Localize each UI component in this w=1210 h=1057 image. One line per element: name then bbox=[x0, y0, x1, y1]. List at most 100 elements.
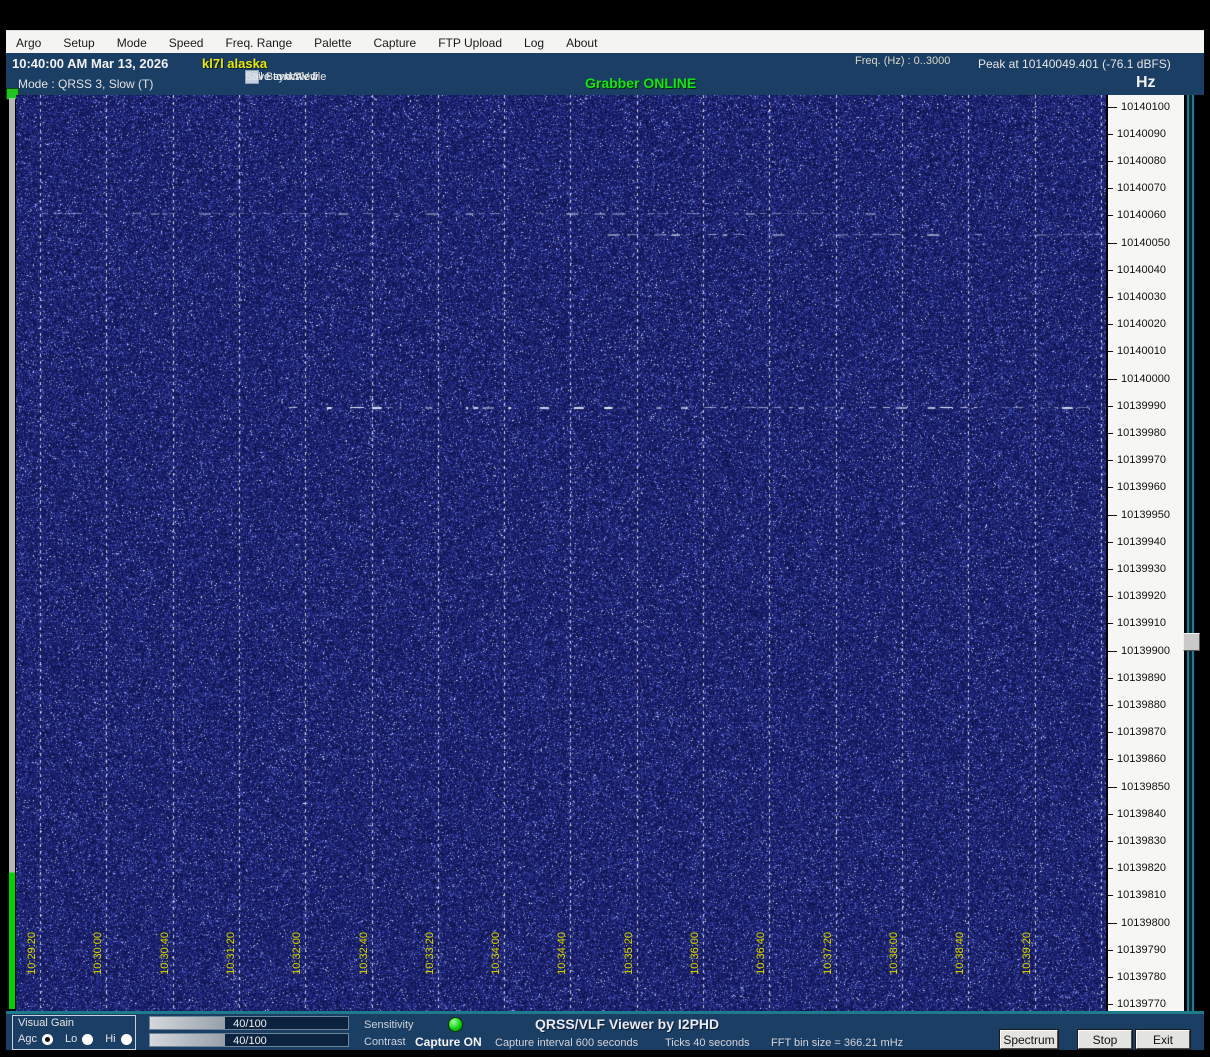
visual-gain-options: Agc Lo Hi bbox=[18, 1033, 132, 1045]
contrast-slider[interactable]: 40/100 bbox=[149, 1033, 349, 1047]
freq-scale-row: 10139920 bbox=[1108, 591, 1184, 603]
mode-label: Mode : QRSS 3, Slow (T) bbox=[18, 77, 154, 91]
freq-scale-row: 10139880 bbox=[1108, 699, 1184, 711]
radio-hi[interactable]: Hi bbox=[105, 1033, 132, 1045]
slider-fill bbox=[150, 1017, 226, 1029]
freq-scale-label: 10140050 bbox=[1121, 236, 1170, 249]
freq-scale-row: 10140020 bbox=[1108, 319, 1184, 331]
freq-scale-label: 10139950 bbox=[1121, 508, 1170, 521]
clock-date: 10:40:00 AM Mar 13, 2026 bbox=[12, 56, 169, 71]
menu-item-palette[interactable]: Palette bbox=[314, 36, 351, 50]
radio-label: Hi bbox=[105, 1033, 116, 1045]
freq-scale-row: 10139870 bbox=[1108, 727, 1184, 739]
time-tick-label: 10:36:40 bbox=[754, 932, 767, 975]
freq-tick-mark bbox=[1108, 460, 1113, 462]
freq-scale-label: 10139920 bbox=[1117, 590, 1166, 603]
freq-scale-label: 10139860 bbox=[1117, 753, 1166, 766]
freq-tick-mark bbox=[1108, 568, 1113, 570]
freq-scale-label: 10140100 bbox=[1121, 100, 1170, 113]
radio-icon[interactable] bbox=[120, 1033, 132, 1045]
freq-tick-mark bbox=[1108, 759, 1113, 761]
radio-lo[interactable]: Lo bbox=[64, 1033, 94, 1045]
freq-marker-track[interactable] bbox=[1186, 95, 1195, 1015]
freq-scale-label: 10139810 bbox=[1117, 889, 1166, 902]
time-tick-label: 10:30:40 bbox=[158, 932, 171, 975]
menu-item-setup[interactable]: Setup bbox=[63, 36, 94, 50]
radio-label: Lo bbox=[64, 1033, 78, 1045]
freq-tick-mark bbox=[1108, 786, 1117, 788]
freq-tick-mark bbox=[1108, 704, 1113, 706]
freq-tick-mark bbox=[1108, 732, 1113, 734]
freq-scale-row: 10140030 bbox=[1108, 291, 1184, 303]
freq-tick-mark bbox=[1108, 215, 1113, 217]
freq-scale-label: 10140080 bbox=[1117, 154, 1166, 167]
stop-button[interactable]: Stop bbox=[1078, 1030, 1132, 1049]
freq-scale-row: 10140100 bbox=[1108, 101, 1184, 113]
freq-scale-row: 10139960 bbox=[1108, 482, 1184, 494]
freq-tick-mark bbox=[1108, 895, 1113, 897]
freq-scale-row: 10140010 bbox=[1108, 346, 1184, 358]
menu-bar: Argo Setup Mode Speed Freq. Range Palette Capt… bbox=[6, 30, 1204, 54]
freq-tick-mark bbox=[1108, 324, 1113, 326]
freq-scale-label: 10139900 bbox=[1121, 644, 1170, 657]
freq-scale-row: 10140060 bbox=[1108, 210, 1184, 222]
freq-scale-row: 10140090 bbox=[1108, 128, 1184, 140]
menu-item-freq-range[interactable]: Freq. Range bbox=[225, 36, 292, 50]
time-tick-label: 10:32:00 bbox=[290, 932, 303, 975]
contrast-label: Contrast bbox=[364, 1036, 406, 1048]
freq-scale-row: 10139800 bbox=[1108, 917, 1184, 929]
freq-tick-mark bbox=[1108, 133, 1113, 135]
freq-tick-mark bbox=[1108, 160, 1113, 162]
capture-led-icon bbox=[448, 1017, 463, 1032]
freq-tick-mark bbox=[1108, 977, 1113, 978]
menu-item-log[interactable]: Log bbox=[524, 36, 544, 50]
menu-item-argo[interactable]: Argo bbox=[16, 36, 41, 50]
menu-item-capture[interactable]: Capture bbox=[374, 36, 417, 50]
freq-scale: 10140100 10140090 10140080 10140070 10140060… bbox=[1108, 95, 1184, 1015]
freq-scale-row: 10139940 bbox=[1108, 536, 1184, 548]
freq-scale-label: 10139870 bbox=[1117, 726, 1166, 739]
freq-scale-label: 10140030 bbox=[1117, 290, 1166, 303]
waterfall-canvas[interactable] bbox=[16, 95, 1106, 1012]
sensitivity-label: Sensitivity bbox=[364, 1019, 414, 1031]
freq-scale-label: 10139990 bbox=[1117, 399, 1166, 412]
freq-marker-thumb[interactable] bbox=[1183, 633, 1200, 651]
time-tick-label: 10:39:20 bbox=[1020, 932, 1033, 975]
spectrum-button[interactable]: Spectrum bbox=[1000, 1030, 1058, 1049]
freq-scale-label: 10140010 bbox=[1117, 345, 1166, 358]
ticks-info-text: Ticks 40 seconds bbox=[665, 1037, 750, 1049]
menu-item-mode[interactable]: Mode bbox=[117, 36, 147, 50]
time-tick-label: 10:38:40 bbox=[953, 932, 966, 975]
freq-scale-row: 10140040 bbox=[1108, 264, 1184, 276]
time-tick-label: 10:30:00 bbox=[91, 932, 104, 975]
menu-item-speed[interactable]: Speed bbox=[169, 36, 204, 50]
freq-scale-row: 10139820 bbox=[1108, 863, 1184, 875]
freq-tick-mark bbox=[1108, 242, 1117, 244]
freq-scale-label: 10139820 bbox=[1117, 862, 1166, 875]
sensitivity-slider[interactable]: 40/100 bbox=[149, 1016, 349, 1030]
menu-item-ftp-upload[interactable]: FTP Upload bbox=[438, 36, 502, 50]
freq-scale-row: 10139790 bbox=[1108, 944, 1184, 956]
menu-item-about[interactable]: About bbox=[566, 36, 597, 50]
radio-icon[interactable] bbox=[82, 1033, 94, 1045]
freq-scale-label: 10139960 bbox=[1117, 481, 1166, 494]
freq-scale-label: 10139970 bbox=[1117, 454, 1166, 467]
freq-scale-row: 10139930 bbox=[1108, 563, 1184, 575]
exit-button[interactable]: Exit bbox=[1136, 1030, 1190, 1049]
freq-tick-mark bbox=[1108, 269, 1113, 271]
radio-icon[interactable] bbox=[41, 1033, 53, 1045]
capture-status: Capture ON bbox=[415, 1035, 482, 1049]
freq-unit-label: Hz bbox=[1136, 74, 1156, 91]
radio-agc[interactable]: Agc bbox=[18, 1033, 53, 1045]
freq-scale-label: 10140020 bbox=[1117, 318, 1166, 331]
freq-tick-mark bbox=[1108, 541, 1113, 543]
mode-bar: Mode : QRSS 3, Slow (T) Full Band View Sa… bbox=[6, 70, 1204, 95]
freq-tick-mark bbox=[1108, 432, 1113, 434]
freq-scale-label: 10139800 bbox=[1121, 916, 1170, 929]
freq-scale-row: 10140050 bbox=[1108, 237, 1184, 249]
waterfall-area[interactable]: 10:29:20 10:30:00 10:30:40 10:31:20 10:32:00… bbox=[16, 95, 1106, 1012]
slider-value: 40/100 bbox=[233, 1018, 267, 1030]
freq-scale-label: 10139770 bbox=[1117, 998, 1166, 1011]
freq-scale-row: 10139810 bbox=[1108, 890, 1184, 902]
freq-scale-label: 10139930 bbox=[1117, 562, 1166, 575]
